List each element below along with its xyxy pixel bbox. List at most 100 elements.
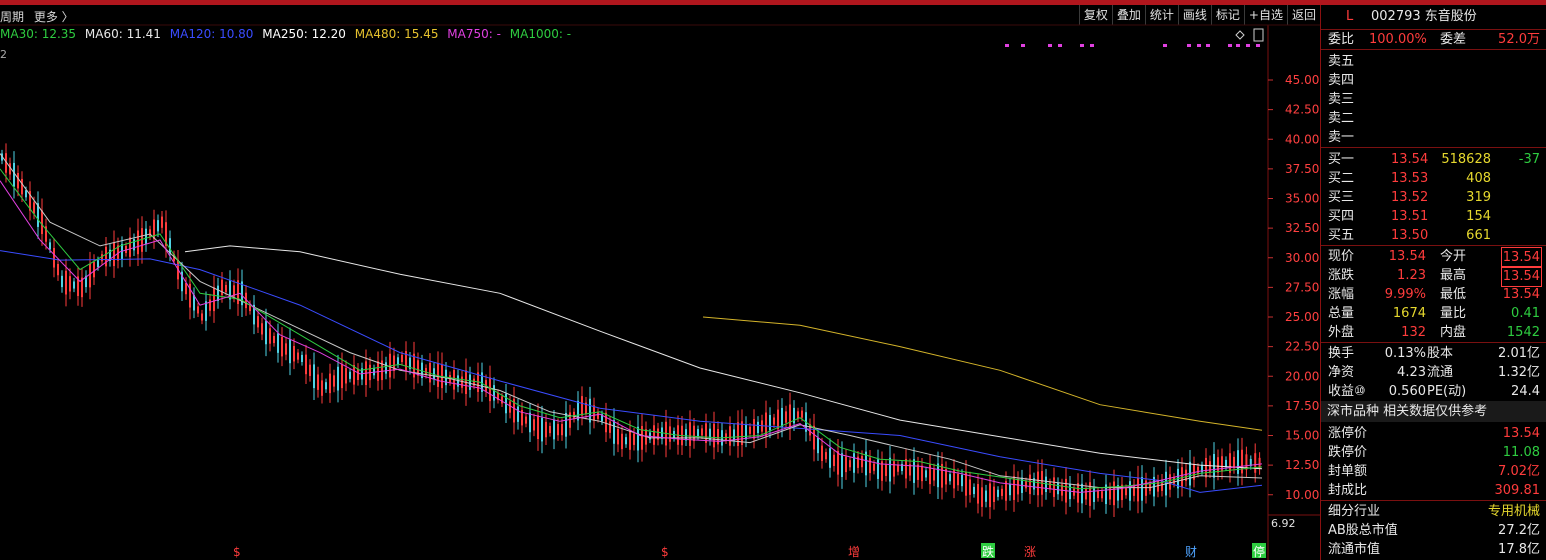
candle-body xyxy=(749,426,751,434)
candle-body xyxy=(269,328,271,344)
candle-body xyxy=(509,401,511,413)
candle-body xyxy=(537,415,539,440)
weibi-value: 100.00% xyxy=(1369,32,1427,47)
float-cap-row: 流通市值 17.8亿 xyxy=(1328,542,1540,557)
weibi-label: 委比 xyxy=(1328,32,1355,47)
y-tick-label: 17.50 xyxy=(1285,399,1319,413)
event-marker: $ xyxy=(661,545,669,559)
candle-body xyxy=(1225,459,1227,468)
signal-dot xyxy=(1048,44,1052,47)
candle-body xyxy=(637,426,639,451)
candle-body xyxy=(1097,490,1099,499)
candle-body xyxy=(965,471,967,496)
candle-body xyxy=(933,469,935,481)
candle-body xyxy=(73,281,75,289)
candle-body xyxy=(717,428,719,445)
candle-body xyxy=(653,425,655,445)
candle-body xyxy=(949,474,951,482)
candle-body xyxy=(797,411,799,419)
buy-row[interactable]: 买一 13.54 518628 -37 xyxy=(1321,150,1546,169)
buy-row[interactable]: 买二 13.53 408 xyxy=(1321,169,1546,188)
signal-dot xyxy=(1021,44,1025,47)
candle-body xyxy=(213,287,215,312)
candle-body xyxy=(101,254,103,262)
candle-body xyxy=(1089,482,1091,506)
fund-row: 净资 4.23 流通 1.32亿 xyxy=(1328,365,1540,380)
candle-body xyxy=(773,417,775,425)
sell-row[interactable]: 卖四 xyxy=(1321,71,1546,90)
candle-body xyxy=(1113,481,1115,506)
candle-body xyxy=(957,473,959,486)
candle-body xyxy=(97,260,99,268)
panel-toggle-icon xyxy=(1253,28,1264,42)
candle-body xyxy=(689,422,691,446)
signal-dot xyxy=(1080,44,1084,47)
candle-body xyxy=(401,354,403,363)
candle-body xyxy=(217,285,219,302)
candle-body xyxy=(197,306,199,314)
buy-row[interactable]: 买三 13.52 319 xyxy=(1321,188,1546,207)
candle-body xyxy=(209,299,211,311)
kline-chart[interactable]: 45.00 42.50 40.00 37.50 35.00 32.50 30.00 27.50… xyxy=(0,0,1320,560)
event-marker: 跌 xyxy=(982,544,994,559)
y-tick-label: 40.00 xyxy=(1285,132,1319,146)
candle-body xyxy=(1169,474,1171,490)
candle-body xyxy=(461,376,463,388)
buy-row[interactable]: 买四 13.51 154 xyxy=(1321,207,1546,226)
candle-body xyxy=(685,429,687,441)
candle-body xyxy=(781,407,783,428)
signal-dot xyxy=(1246,44,1250,47)
candle-body xyxy=(921,465,923,482)
candle-body xyxy=(137,230,139,255)
candle-body xyxy=(377,361,379,381)
candle-body xyxy=(1037,471,1039,496)
y-tick-label: 35.00 xyxy=(1285,192,1319,206)
candle-body xyxy=(861,455,863,468)
candle-body xyxy=(737,422,739,446)
y-tick-label: 42.50 xyxy=(1285,103,1319,117)
candle-body xyxy=(1057,482,1059,495)
ab-cap-row: AB股总市值 27.2亿 xyxy=(1328,523,1540,538)
y-tick-label: 20.00 xyxy=(1285,369,1319,383)
candle-body xyxy=(285,343,287,355)
sell-row[interactable]: 卖三 xyxy=(1321,90,1546,109)
buy-row[interactable]: 买五 13.50 661 xyxy=(1321,226,1546,245)
candle-body xyxy=(1205,457,1207,478)
candle-body xyxy=(337,366,339,391)
candle-body xyxy=(113,242,115,267)
candle-body xyxy=(261,323,263,335)
candle-body xyxy=(837,450,839,475)
signal-dot xyxy=(1197,44,1201,47)
signal-dot xyxy=(1256,44,1260,47)
candle-body xyxy=(17,173,19,189)
quote-row: 总量 1674 量比 0.41 xyxy=(1328,306,1540,321)
y-tick-label: 30.00 xyxy=(1285,251,1319,265)
candle-body xyxy=(321,380,323,396)
candle-body xyxy=(1009,483,1011,496)
candle-body xyxy=(13,162,15,187)
event-marker: 增 xyxy=(848,545,860,559)
candle-body xyxy=(785,411,787,423)
candle-body xyxy=(869,457,871,474)
candle-body xyxy=(969,479,971,495)
candle-body xyxy=(937,463,939,488)
candle-body xyxy=(329,373,331,394)
candle-body xyxy=(93,261,95,278)
candle-body xyxy=(897,464,899,472)
low-price-label: 6.92 xyxy=(1271,517,1296,530)
candle-body xyxy=(25,190,27,198)
signal-dot xyxy=(1228,44,1232,47)
sell-book: 卖五 卖四 卖三 卖二 卖一 xyxy=(1321,50,1546,147)
candle-body xyxy=(905,458,907,479)
candle-body xyxy=(697,429,699,437)
quote-panel: L 002793 东音股份 委比 100.00% 委差 52.0万 卖五 卖四 … xyxy=(1321,5,1546,560)
sell-row[interactable]: 卖一 xyxy=(1321,128,1546,147)
candle-body xyxy=(973,486,975,495)
industry-row[interactable]: 细分行业 专用机械 xyxy=(1321,502,1546,521)
sell-row[interactable]: 卖二 xyxy=(1321,109,1546,128)
candle-body xyxy=(725,433,727,441)
candle-body xyxy=(817,437,819,454)
y-tick-label: 15.00 xyxy=(1285,429,1319,443)
candle-body xyxy=(517,406,519,422)
sell-row[interactable]: 卖五 xyxy=(1321,52,1546,71)
